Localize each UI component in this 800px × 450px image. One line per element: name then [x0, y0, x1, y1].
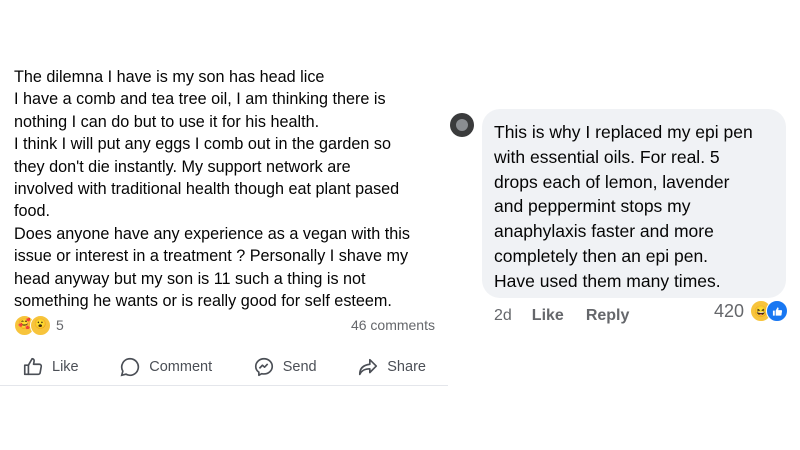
comment-reply-button[interactable]: Reply	[586, 307, 630, 325]
post-text-line: The dilemna I have is my son has head li…	[14, 68, 325, 86]
comment-text-line: and peppermint stops my	[494, 196, 691, 217]
comment-text-line: This is why I replaced my epi pen	[494, 122, 753, 142]
post-text-line: food.	[14, 202, 51, 221]
comment-button[interactable]: Comment	[119, 356, 212, 378]
post-reactions-summary[interactable]: 🥰 😮 5 46 comments	[14, 313, 435, 337]
post-text-line: head anyway but my son is 11 such a thin…	[14, 269, 366, 288]
comment-text-line: drops each of lemon, lavender	[494, 171, 730, 192]
post-text: The dilemna I have is my son has head li…	[14, 66, 439, 312]
share-label: Share	[387, 358, 426, 375]
share-arrow-icon	[359, 358, 378, 375]
post-text-line: involved with traditional health though …	[14, 180, 400, 199]
post-text-line: they don't die instantly. My support net…	[14, 157, 351, 176]
reaction-count[interactable]: 5	[56, 317, 64, 333]
comments-count[interactable]: 46 comments	[351, 317, 435, 333]
avatar[interactable]	[450, 113, 474, 137]
comment-text-line: with essential oils. For real. 5	[494, 146, 720, 167]
comment-like-button[interactable]: Like	[532, 307, 564, 325]
comment-reaction-count[interactable]: 420	[714, 301, 744, 322]
wow-emoji-icon: 😮	[30, 314, 51, 336]
comment-text-line: anaphylaxis faster and more	[494, 221, 714, 242]
reaction-icons[interactable]: 🥰 😮	[14, 314, 51, 336]
post-text-line: I think I will put any eggs I comb out i…	[14, 135, 392, 154]
comment-text-line: completely then an epi pen.	[494, 245, 709, 266]
comment-label: Comment	[149, 358, 213, 375]
facebook-comment: This is why I replaced my epi pen with e…	[450, 0, 800, 450]
post-text-line: issue or interest in a treatment ? Perso…	[14, 247, 409, 266]
comment-timestamp[interactable]: 2d	[494, 307, 512, 325]
send-label: Send	[282, 358, 317, 375]
comment-text-line: Have used them many times.	[494, 270, 721, 291]
like-button[interactable]: Like	[22, 356, 79, 378]
like-label: Like	[52, 358, 79, 375]
messenger-icon	[254, 357, 273, 376]
post-text-line: Does anyone have any experience as a veg…	[14, 224, 410, 243]
post-text-line: nothing I can do but to use it for his h…	[14, 112, 320, 131]
share-button[interactable]: Share	[357, 356, 426, 378]
post-action-bar: Like Comment Send Share	[0, 348, 448, 386]
thumbs-up-icon	[23, 357, 43, 375]
post-text-line: I have a comb and tea tree oil, I am thi…	[14, 90, 386, 109]
post-text-line: something he wants or is really good for…	[14, 292, 392, 311]
facebook-post: The dilemna I have is my son has head li…	[0, 0, 448, 450]
comment-bubble: This is why I replaced my epi pen with e…	[482, 109, 786, 298]
like-reaction-icon	[766, 300, 789, 322]
send-button[interactable]: Send	[253, 356, 317, 378]
comment-reactions[interactable]: 420 😆	[714, 300, 789, 322]
comment-bubble-icon	[120, 357, 140, 376]
